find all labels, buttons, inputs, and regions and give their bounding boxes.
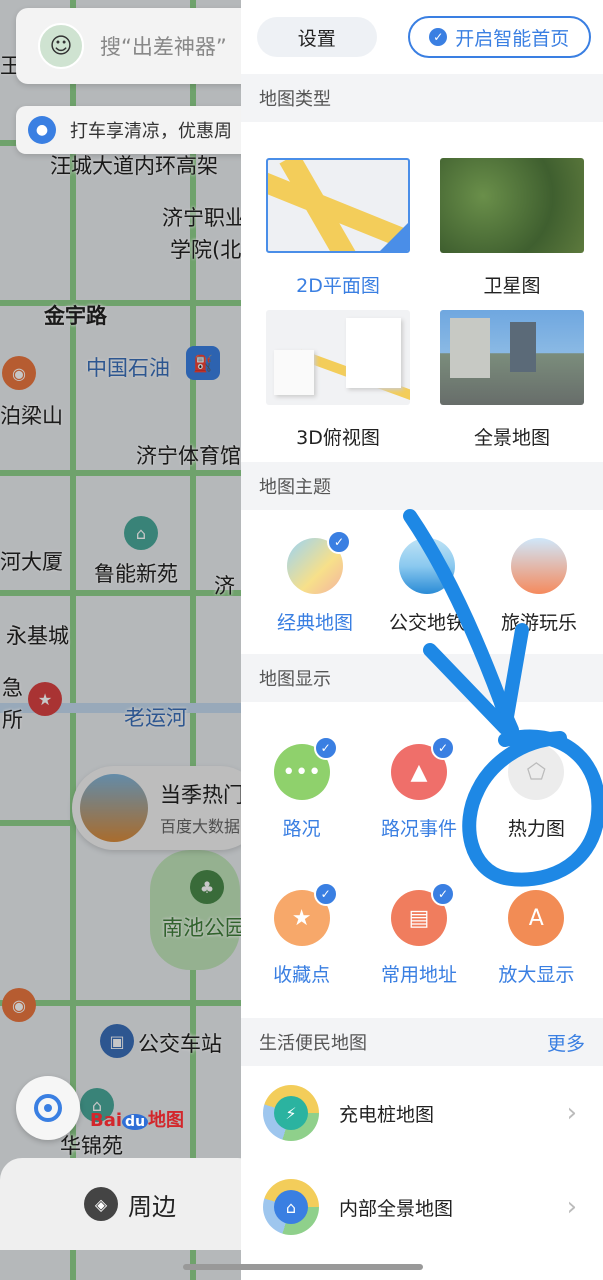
section-title: 地图主题: [259, 477, 331, 498]
panorama-thumbnail: [440, 310, 584, 405]
map-type-panorama[interactable]: 全景地图: [440, 310, 584, 462]
crosshair-icon: [34, 1094, 62, 1122]
theme-travel[interactable]: 旅游玩乐: [489, 538, 589, 654]
life-item-indoor-panorama[interactable]: ⌂ 内部全景地图 ›: [241, 1160, 603, 1254]
section-title: 地图类型: [259, 89, 331, 110]
map-type-3d[interactable]: 3D俯视图: [266, 310, 410, 462]
hot-air-balloon-icon: [511, 538, 567, 594]
section-title: 地图显示: [259, 669, 331, 690]
check-circle-icon: ✓: [429, 28, 448, 46]
display-label: 路况: [282, 818, 321, 840]
map-display-grid: ••• ✓ 路况 ▲ ✓ 路况事件 ⬠ 热力图 ★ ✓ 收藏点 ▤ ✓ 常用地址 A 放…: [241, 702, 603, 1018]
search-input[interactable]: 搜“出差神器”: [100, 31, 227, 61]
display-heatmap[interactable]: ⬠ 热力图: [478, 744, 595, 872]
life-item-label: 内部全景地图: [339, 1197, 454, 1220]
display-label: 常用地址: [380, 964, 457, 986]
map-theme-row: ✓ 经典地图 公交地铁 旅游玩乐: [241, 510, 603, 654]
chevron-right-icon: ›: [566, 1192, 577, 1222]
map-type-label: 2D平面图: [296, 275, 380, 297]
section-title: 生活便民地图: [259, 1033, 367, 1054]
map-type-label: 全景地图: [473, 427, 550, 449]
section-header-map-type: 地图类型: [241, 74, 603, 122]
star-icon: ★ ✓: [273, 882, 338, 946]
locate-button[interactable]: [16, 1076, 80, 1140]
map-3d-thumbnail: [266, 310, 410, 405]
heatmap-icon: ⬠: [508, 744, 565, 800]
section-header-life: 生活便民地图 更多: [241, 1018, 603, 1066]
theme-classic[interactable]: ✓ 经典地图: [265, 530, 365, 654]
indoor-panorama-icon: ⌂: [263, 1179, 319, 1235]
train-icon: [399, 538, 455, 594]
theme-transit[interactable]: 公交地铁: [377, 538, 477, 654]
location-pin-icon: ●: [28, 116, 56, 144]
display-traffic-events[interactable]: ▲ ✓ 路况事件: [360, 736, 477, 872]
display-favorites[interactable]: ★ ✓ 收藏点: [243, 882, 360, 1018]
life-item-label: 充电桩地图: [339, 1103, 435, 1126]
display-enlarge[interactable]: A 放大显示: [478, 890, 595, 1018]
map-type-2d[interactable]: ✓ 2D平面图: [266, 158, 410, 310]
nearby-label: 周边: [128, 1192, 176, 1221]
display-label: 放大显示: [498, 964, 575, 986]
section-header-map-display: 地图显示: [241, 654, 603, 702]
map-type-label: 卫星图: [483, 275, 541, 297]
theme-label: 公交地铁: [388, 612, 465, 634]
check-icon: ✓: [380, 223, 408, 251]
traffic-icon: ••• ✓: [273, 736, 338, 800]
chevron-right-icon: ›: [566, 1098, 577, 1128]
map-type-grid: ✓ 2D平面图 卫星图 3D俯视图 全景地图: [241, 122, 603, 462]
compass-icon: ◈: [84, 1187, 118, 1221]
enlarge-text-icon: A: [508, 890, 565, 946]
charging-station-icon: ⚡: [263, 1085, 319, 1141]
more-link[interactable]: 更多: [547, 1029, 585, 1056]
address-book-icon: ▤ ✓: [390, 882, 455, 946]
check-icon: ✓: [313, 736, 338, 760]
home-indicator[interactable]: [183, 1264, 423, 1270]
display-frequent-address[interactable]: ▤ ✓ 常用地址: [360, 882, 477, 1018]
smart-home-label: 开启智能首页: [455, 27, 570, 50]
display-label: 收藏点: [273, 964, 331, 986]
check-icon: ✓: [430, 736, 455, 760]
satellite-thumbnail: [440, 158, 584, 253]
baidu-map-logo: Bai du 地图: [90, 1110, 185, 1131]
display-traffic[interactable]: ••• ✓ 路况: [243, 736, 360, 872]
promo-text: 打车享清凉，优惠周: [70, 121, 232, 142]
settings-button[interactable]: 设置: [257, 17, 377, 57]
map-type-label: 3D俯视图: [296, 427, 380, 449]
avatar[interactable]: ☺: [38, 23, 84, 69]
theme-label: 旅游玩乐: [500, 612, 577, 634]
map-view[interactable]: 王 汪城大道内环高架 济宁职业 学院(北 金宇路 中国石油 泊梁山 济宁体育馆 …: [0, 0, 241, 1280]
display-label: 路况事件: [380, 818, 457, 840]
panel-topbar: 设置 ✓ 开启智能首页: [241, 0, 603, 74]
map-2d-thumbnail: ✓: [266, 158, 410, 253]
layers-panel: 设置 ✓ 开启智能首页 地图类型 ✓ 2D平面图 卫星图 3D俯视图: [241, 0, 603, 1280]
check-icon: ✓: [313, 882, 338, 906]
display-label: 热力图: [507, 818, 565, 840]
map-type-satellite[interactable]: 卫星图: [440, 158, 584, 310]
search-bar[interactable]: ☺ 搜“出差神器”: [16, 8, 241, 84]
life-item-charging[interactable]: ⚡ 充电桩地图 ›: [241, 1066, 603, 1160]
promo-banner[interactable]: ● 打车享清凉，优惠周: [16, 106, 241, 154]
smart-home-button[interactable]: ✓ 开启智能首页: [407, 16, 591, 58]
traffic-cone-icon: ▲ ✓: [390, 736, 455, 800]
classic-map-icon: ✓: [287, 530, 351, 594]
check-icon: ✓: [327, 530, 351, 554]
section-header-map-theme: 地图主题: [241, 462, 603, 510]
theme-label: 经典地图: [276, 612, 353, 634]
nearby-button[interactable]: ◈ 周边: [0, 1158, 260, 1250]
check-icon: ✓: [430, 882, 455, 906]
